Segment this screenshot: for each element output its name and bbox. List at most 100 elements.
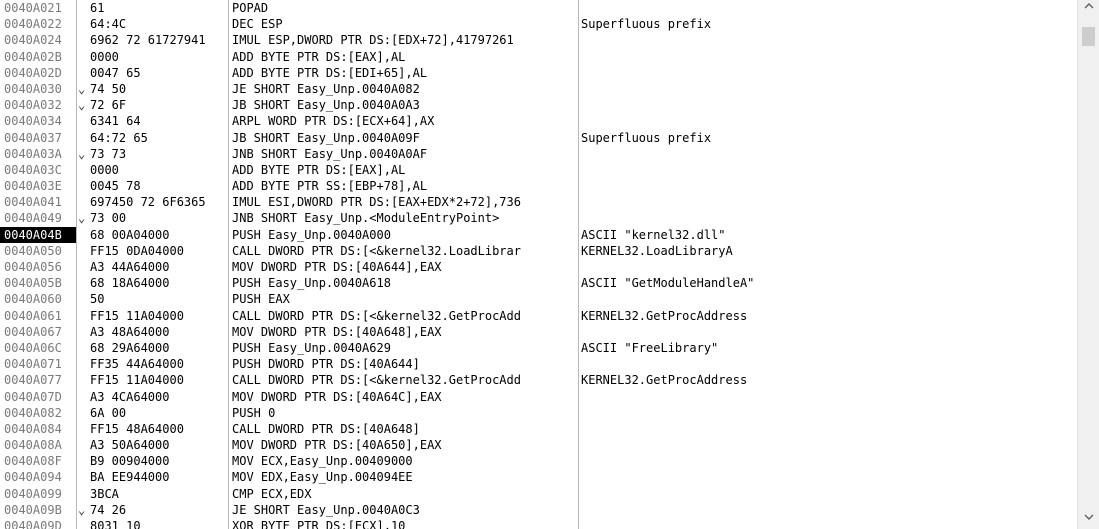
address-cell: 0040A09B bbox=[4, 502, 62, 517]
hex-bytes: BA EE944000 bbox=[90, 470, 170, 485]
hex-dump-cell: FF15 11A04000 bbox=[78, 372, 227, 388]
hex-bytes: 6A 00 bbox=[90, 405, 127, 420]
hex-dump-cell: 68 18A64000 bbox=[78, 275, 227, 291]
address-cell: 0040A04B bbox=[0, 226, 76, 243]
hex-bytes: 0047 65 bbox=[90, 65, 141, 80]
disassembly-row[interactable]: 0040A08F B9 00904000 MOV ECX,Easy_Unp.0040… bbox=[0, 453, 1078, 469]
disassembly-row[interactable]: 0040A05B 68 18A64000 PUSH Easy_Unp.0040A61… bbox=[0, 275, 1078, 291]
disassembly-row[interactable]: 0040A077 FF15 11A04000 CALL DWORD PTR DS:[… bbox=[0, 372, 1078, 388]
address-cell: 0040A084 bbox=[4, 421, 62, 436]
disassembly-row[interactable]: 0040A082 6A 00 PUSH 0 bbox=[0, 405, 1078, 421]
column-separator-disassembly[interactable] bbox=[578, 0, 579, 529]
disassembly-row[interactable]: 0040A094 BA EE944000 MOV EDX,Easy_Unp.0040… bbox=[0, 469, 1078, 485]
disassembly-cell: MOV DWORD PTR DS:[40A644],EAX bbox=[232, 260, 442, 274]
hex-dump-cell: ⌄ 74 50 bbox=[78, 81, 227, 97]
comment-cell: ASCII "kernel32.dll" bbox=[581, 227, 726, 242]
disassembly-row[interactable]: 0040A08A A3 50A64000 MOV DWORD PTR DS:[40A… bbox=[0, 437, 1078, 453]
disassembly-cell: JE SHORT Easy_Unp.0040A0C3 bbox=[232, 502, 420, 517]
hex-bytes: 74 26 bbox=[90, 502, 127, 517]
disassembly-row[interactable]: 0040A049 ⌄ 73 00 JNB SHORT Easy_Unp.<Module… bbox=[0, 210, 1078, 226]
hex-bytes: A3 4CA64000 bbox=[90, 389, 170, 404]
address-cell: 0040A082 bbox=[4, 405, 62, 420]
disassembly-window: 0040A021 61 POPAD 0040A022 64:4C DEC ESP Super… bbox=[0, 0, 1099, 529]
disassembly-row[interactable]: 0040A02D 0047 65 ADD BYTE PTR DS:[EDI+65],… bbox=[0, 65, 1078, 81]
disassembly-row[interactable]: 0040A024 6962 72 61727941 IMUL ESP,DWORD P… bbox=[0, 32, 1078, 48]
hex-dump-cell: 697450 72 6F6365 bbox=[78, 194, 227, 210]
jump-arrow-icon: ⌄ bbox=[78, 146, 86, 161]
disassembly-row[interactable]: 0040A050 FF15 0DA04000 CALL DWORD PTR DS:[… bbox=[0, 243, 1078, 259]
disassembly-listing[interactable]: 0040A021 61 POPAD 0040A022 64:4C DEC ESP Super… bbox=[0, 0, 1078, 529]
disassembly-row[interactable]: 0040A04B 68 00A04000 PUSH Easy_Unp.0040A00… bbox=[0, 226, 1078, 243]
hex-bytes: FF15 0DA04000 bbox=[90, 243, 184, 258]
hex-dump-cell: 68 29A64000 bbox=[78, 340, 227, 356]
hex-dump-cell: A3 44A64000 bbox=[78, 259, 227, 275]
disassembly-cell: MOV DWORD PTR DS:[40A650],EAX bbox=[232, 438, 442, 453]
address-cell: 0040A022 bbox=[4, 17, 62, 32]
disassembly-row[interactable]: 0040A022 64:4C DEC ESP Superfluous prefix bbox=[0, 16, 1078, 32]
hex-bytes: FF35 44A64000 bbox=[90, 357, 184, 372]
disassembly-row[interactable]: 0040A061 FF15 11A04000 CALL DWORD PTR DS:[… bbox=[0, 308, 1078, 324]
address-cell: 0040A06C bbox=[4, 340, 62, 355]
address-cell: 0040A034 bbox=[4, 114, 62, 129]
hex-bytes: 0000 bbox=[90, 162, 119, 177]
address-cell: 0040A099 bbox=[4, 486, 62, 501]
column-separator-address[interactable] bbox=[76, 0, 77, 529]
disassembly-row[interactable]: 0040A030 ⌄ 74 50 JE SHORT Easy_Unp.0040A082 bbox=[0, 81, 1078, 97]
hex-bytes: FF15 11A04000 bbox=[90, 308, 184, 323]
disassembly-row[interactable]: 0040A071 FF35 44A64000 PUSH DWORD PTR DS:[… bbox=[0, 356, 1078, 372]
disassembly-cell: MOV ECX,Easy_Unp.00409000 bbox=[232, 454, 413, 469]
hex-dump-cell: 3BCA bbox=[78, 486, 227, 502]
disassembly-row[interactable]: 0040A09D 8031 10 XOR BYTE PTR DS:[ECX],10 bbox=[0, 518, 1078, 529]
disassembly-row[interactable]: 0040A09B ⌄ 74 26 JE SHORT Easy_Unp.0040A0C3 bbox=[0, 502, 1078, 518]
hex-dump-cell: 68 00A04000 bbox=[78, 227, 227, 243]
column-separator-hex[interactable] bbox=[228, 0, 229, 529]
hex-dump-cell: 6A 00 bbox=[78, 405, 227, 421]
scrollbar-thumb[interactable] bbox=[1082, 27, 1095, 46]
address-cell: 0040A041 bbox=[4, 195, 62, 210]
hex-dump-cell: 61 bbox=[78, 0, 227, 16]
hex-dump-cell: 0047 65 bbox=[78, 65, 227, 81]
jump-arrow-icon: ⌄ bbox=[78, 502, 86, 517]
address-cell: 0040A02B bbox=[4, 49, 62, 64]
disassembly-row[interactable]: 0040A099 3BCA CMP ECX,EDX bbox=[0, 486, 1078, 502]
address-cell: 0040A030 bbox=[4, 81, 62, 96]
hex-bytes: FF15 48A64000 bbox=[90, 421, 184, 436]
disassembly-row[interactable]: 0040A021 61 POPAD bbox=[0, 0, 1078, 16]
scroll-down-arrow-icon bbox=[1084, 514, 1094, 525]
disassembly-row[interactable]: 0040A056 A3 44A64000 MOV DWORD PTR DS:[40A… bbox=[0, 259, 1078, 275]
disassembly-row[interactable]: 0040A084 FF15 48A64000 CALL DWORD PTR DS:[… bbox=[0, 421, 1078, 437]
disassembly-row[interactable]: 0040A037 64:72 65 JB SHORT Easy_Unp.0040A0… bbox=[0, 130, 1078, 146]
comment-cell: Superfluous prefix bbox=[581, 130, 712, 145]
hex-bytes: 68 18A64000 bbox=[90, 276, 170, 291]
vertical-scrollbar[interactable] bbox=[1077, 0, 1099, 529]
hex-bytes: 68 29A64000 bbox=[90, 340, 170, 355]
disassembly-row[interactable]: 0040A032 ⌄ 72 6F JB SHORT Easy_Unp.0040A0A3 bbox=[0, 97, 1078, 113]
disassembly-cell: XOR BYTE PTR DS:[ECX],10 bbox=[232, 519, 406, 529]
hex-dump-cell: FF15 48A64000 bbox=[78, 421, 227, 437]
jump-arrow-icon: ⌄ bbox=[78, 211, 86, 226]
disassembly-row[interactable]: 0040A060 50 PUSH EAX bbox=[0, 291, 1078, 307]
disassembly-cell: ADD BYTE PTR DS:[EAX],AL bbox=[232, 49, 406, 64]
disassembly-row[interactable]: 0040A02B 0000 ADD BYTE PTR DS:[EAX],AL bbox=[0, 49, 1078, 65]
address-cell: 0040A061 bbox=[4, 308, 62, 323]
disassembly-row[interactable]: 0040A041 697450 72 6F6365 IMUL ESI,DWORD P… bbox=[0, 194, 1078, 210]
scroll-up-button[interactable] bbox=[1078, 0, 1099, 18]
hex-dump-cell: A3 4CA64000 bbox=[78, 389, 227, 405]
hex-dump-cell: 0000 bbox=[78, 162, 227, 178]
disassembly-row[interactable]: 0040A03C 0000 ADD BYTE PTR DS:[EAX],AL bbox=[0, 162, 1078, 178]
address-cell: 0040A07D bbox=[4, 389, 62, 404]
disassembly-cell: MOV EDX,Easy_Unp.004094EE bbox=[232, 470, 413, 485]
hex-bytes: 6341 64 bbox=[90, 114, 141, 129]
disassembly-row[interactable]: 0040A03A ⌄ 73 73 JNB SHORT Easy_Unp.0040A0A… bbox=[0, 146, 1078, 162]
scroll-down-button[interactable] bbox=[1078, 511, 1099, 529]
hex-bytes: 50 bbox=[90, 292, 105, 307]
hex-dump-cell: ⌄ 72 6F bbox=[78, 97, 227, 113]
disassembly-row[interactable]: 0040A06C 68 29A64000 PUSH Easy_Unp.0040A62… bbox=[0, 340, 1078, 356]
disassembly-row[interactable]: 0040A034 6341 64 ARPL WORD PTR DS:[ECX+64]… bbox=[0, 113, 1078, 129]
disassembly-row[interactable]: 0040A03E 0045 78 ADD BYTE PTR SS:[EBP+78],… bbox=[0, 178, 1078, 194]
address-cell: 0040A094 bbox=[4, 470, 62, 485]
hex-dump-cell: FF15 11A04000 bbox=[78, 308, 227, 324]
disassembly-row[interactable]: 0040A067 A3 48A64000 MOV DWORD PTR DS:[40A… bbox=[0, 324, 1078, 340]
address-cell: 0040A03A bbox=[4, 146, 62, 161]
disassembly-row[interactable]: 0040A07D A3 4CA64000 MOV DWORD PTR DS:[40A… bbox=[0, 389, 1078, 405]
